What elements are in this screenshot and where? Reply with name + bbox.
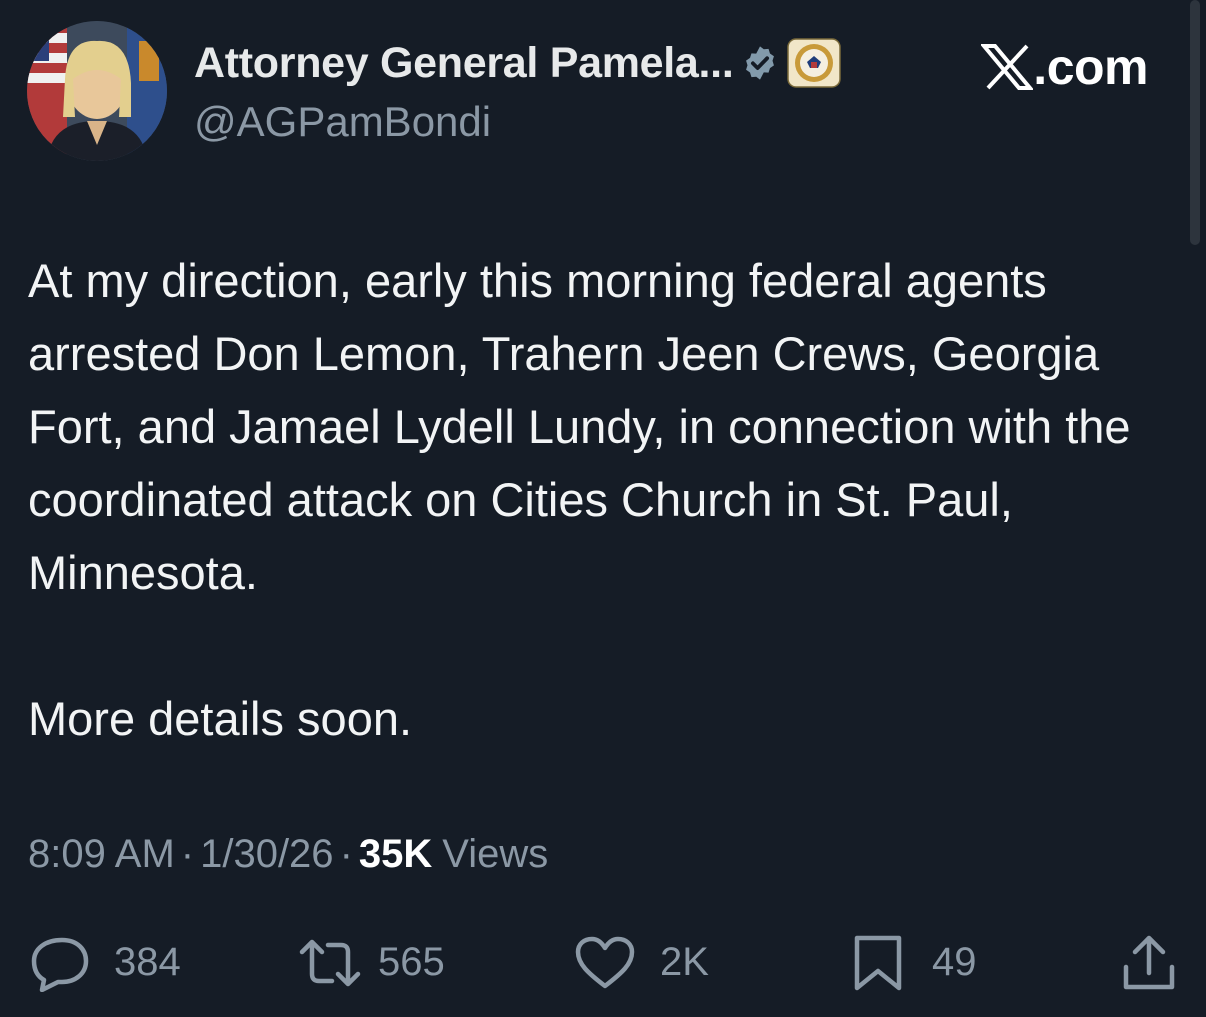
action-bar: 384 565 2K 49 bbox=[0, 925, 1206, 1000]
reply-icon bbox=[28, 934, 92, 992]
handle[interactable]: @AGPamBondi bbox=[194, 98, 491, 146]
display-name[interactable]: Attorney General Pamela... bbox=[194, 39, 734, 88]
scrollbar[interactable] bbox=[1190, 0, 1200, 245]
brand-text: .com bbox=[1033, 39, 1148, 95]
share-icon bbox=[1120, 933, 1178, 993]
like-button[interactable]: 2K bbox=[574, 925, 709, 1000]
repost-button[interactable]: 565 bbox=[298, 925, 445, 1000]
post-paragraph: More details soon. bbox=[28, 692, 413, 745]
post-body: At my direction, early this morning fede… bbox=[28, 244, 1158, 755]
meta-separator: · bbox=[339, 832, 353, 876]
views-label: Views bbox=[442, 832, 549, 876]
post-paragraph: At my direction, early this morning fede… bbox=[28, 254, 1131, 599]
bookmark-icon bbox=[852, 934, 904, 992]
avatar[interactable] bbox=[27, 21, 167, 161]
post-time[interactable]: 8:09 AM bbox=[28, 832, 175, 877]
post-date[interactable]: 1/30/26 bbox=[200, 832, 333, 877]
share-button[interactable] bbox=[1120, 925, 1178, 1000]
brand-label: .com bbox=[981, 38, 1148, 96]
post-header: Attorney General Pamela... @AGPamBondi .… bbox=[0, 0, 1206, 245]
reply-button[interactable]: 384 bbox=[28, 925, 181, 1000]
x-logo-icon bbox=[981, 44, 1034, 90]
name-row: Attorney General Pamela... bbox=[194, 38, 842, 88]
heart-icon bbox=[574, 935, 636, 991]
post-meta: 8:09 AM · 1/30/26 · 35K Views bbox=[28, 832, 548, 877]
doj-seal-icon bbox=[787, 38, 842, 88]
bookmark-count: 49 bbox=[932, 940, 977, 984]
meta-separator: · bbox=[180, 832, 195, 876]
views-count: 35K bbox=[358, 832, 433, 876]
reply-count: 384 bbox=[114, 940, 181, 984]
bookmark-button[interactable]: 49 bbox=[852, 925, 977, 1000]
repost-count: 565 bbox=[378, 940, 445, 984]
verified-badge-icon bbox=[741, 44, 779, 82]
repost-icon bbox=[298, 934, 362, 992]
like-count: 2K bbox=[660, 940, 709, 984]
